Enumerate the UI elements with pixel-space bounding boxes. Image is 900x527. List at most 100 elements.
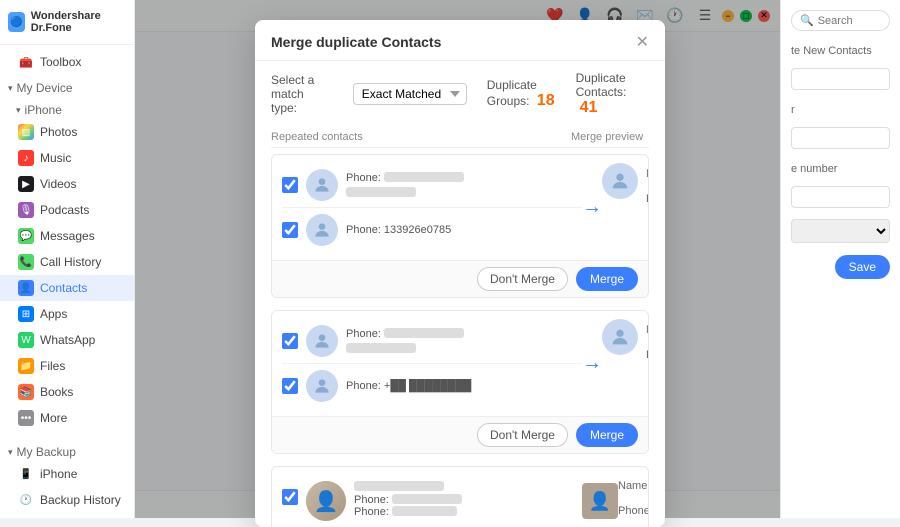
dialog-close-button[interactable]: ✕ <box>636 32 649 52</box>
merge-contacts-dialog: Merge duplicate Contacts ✕ Select a matc… <box>255 20 665 527</box>
sidebar-item-backup-iphone[interactable]: 📱 iPhone <box>0 461 134 487</box>
sidebar-item-books[interactable]: 📚 Books <box>0 379 134 405</box>
group1-arrow: → <box>582 163 602 252</box>
arrow-right-icon: → <box>582 196 602 219</box>
toolbox-section: 🧰 Toolbox ▾ My Device ▾ iPhone ▨ Photos … <box>0 45 134 435</box>
podcasts-icon: 🎙 <box>18 202 34 218</box>
new-contacts-label: te New Contacts <box>791 45 890 57</box>
group3-left: 👤 Phone: Phone: <box>282 475 582 527</box>
sidebar-item-whatsapp[interactable]: W WhatsApp <box>0 327 134 353</box>
backup-section: ▾ My Backup 📱 iPhone 🕐 Backup History 🖥 … <box>0 435 134 518</box>
sidebar-item-more[interactable]: ••• More <box>0 405 134 431</box>
preview-phone-field-1: Phone <box>646 189 649 209</box>
preview-name-field-1: Name ██████ ████ <box>646 163 649 185</box>
preview-fields-2: Name ██ ████████ ██ Phone <box>646 319 649 393</box>
sidebar-item-backup-history[interactable]: 🕐 Backup History <box>0 487 134 513</box>
group3-content: 👤 Phone: Phone: 👤 <box>272 467 648 527</box>
contact-avatar-1-1 <box>306 169 338 201</box>
sidebar-item-apps[interactable]: ⊞ Apps <box>0 301 134 327</box>
name-field[interactable] <box>791 68 890 90</box>
music-icon: ♪ <box>18 150 34 166</box>
search-input[interactable] <box>818 15 881 27</box>
preview-fields-3: Name ████████████ Phone <box>618 475 649 521</box>
phone-sub-label: e number <box>791 163 890 175</box>
contact-avatar-2-1 <box>306 325 338 357</box>
group1-actions: Don't Merge Merge <box>272 260 648 297</box>
merge-button-2[interactable]: Merge <box>576 423 638 447</box>
match-type-label: Select a match type: <box>271 73 333 115</box>
group2-preview: Name ██ ████████ ██ Phone <box>602 319 649 408</box>
sidebar-item-toolbox[interactable]: 🧰 Toolbox <box>0 49 134 75</box>
contact-info-1-2: Phone: 133926e0785 <box>346 224 582 236</box>
dont-merge-button-1[interactable]: Don't Merge <box>477 267 568 291</box>
preview-fields-1: Name ██████ ████ Phone <box>646 163 649 237</box>
name-sub-label: r <box>791 104 890 116</box>
contact-info-1-1: Phone: <box>346 172 582 199</box>
contact-group-1: Phone: Phone: <box>271 154 649 298</box>
sidebar-group-iphone[interactable]: ▾ iPhone <box>0 97 134 119</box>
app-header: 🔵 Wondershare Dr.Fone <box>0 0 134 45</box>
contact-checkbox-1-1[interactable] <box>282 177 298 193</box>
contact-info-2-1: Phone: <box>346 328 582 355</box>
preview-extra-field-2 <box>646 369 649 389</box>
sidebar-item-files[interactable]: 📁 Files <box>0 353 134 379</box>
group1-preview: Name ██████ ████ Phone <box>602 163 649 252</box>
files-icon: 📁 <box>18 358 34 374</box>
sidebar-item-videos[interactable]: ▶ Videos <box>0 171 134 197</box>
search-icon: 🔍 <box>800 14 814 27</box>
preview-avatar-1 <box>602 163 638 199</box>
contact-group-2: Phone: Phone: +██ ████████ <box>271 310 649 454</box>
toolbox-icon: 🧰 <box>18 54 34 70</box>
dialog-title: Merge duplicate Contacts <box>271 34 441 50</box>
search-box[interactable]: 🔍 <box>791 10 890 31</box>
contact-checkbox-2-2[interactable] <box>282 378 298 394</box>
messages-icon: 💬 <box>18 228 34 244</box>
preview-avatar-2 <box>602 319 638 355</box>
backup-history-icon: 🕐 <box>18 492 34 508</box>
sidebar-item-screen-mirror[interactable]: 🖥 Screen Mirror <box>0 513 134 518</box>
arrow-right-icon-2: → <box>582 352 602 375</box>
sidebar-item-messages[interactable]: 💬 Messages <box>0 223 134 249</box>
match-type-select[interactable]: Exact Matched Fuzzy Matched <box>353 83 467 105</box>
contact-checkbox-1-2[interactable] <box>282 222 298 238</box>
sidebar-item-photos[interactable]: ▨ Photos <box>0 119 134 145</box>
dup-groups-label: Duplicate Groups: 18 <box>487 78 556 110</box>
iphone-icon: 📱 <box>18 466 34 482</box>
contact-checkbox-2-1[interactable] <box>282 333 298 349</box>
merge-button-1[interactable]: Merge <box>576 267 638 291</box>
preview-phone-field-3: Phone <box>618 501 649 521</box>
preview-extra-field-1 <box>646 213 649 233</box>
group2-left: Phone: Phone: +██ ████████ <box>282 319 582 408</box>
whatsapp-icon: W <box>18 332 34 348</box>
right-panel: 🔍 te New Contacts r e number Save <box>780 0 900 518</box>
sidebar-item-contacts[interactable]: 👤 Contacts <box>0 275 134 301</box>
contact-checkbox-3-1[interactable] <box>282 489 298 505</box>
sidebar-item-podcasts[interactable]: 🎙 Podcasts <box>0 197 134 223</box>
photos-icon: ▨ <box>18 124 34 140</box>
phone-number-field[interactable] <box>791 127 890 149</box>
dup-contacts-count: 41 <box>580 99 598 116</box>
sidebar-group-my-backup[interactable]: ▾ My Backup <box>0 439 134 461</box>
sidebar-item-call-history[interactable]: 📞 Call History <box>0 249 134 275</box>
group3-arrow: 👤 <box>582 475 618 527</box>
extra-field[interactable] <box>791 186 890 208</box>
contact-avatar-2-2 <box>306 370 338 402</box>
group1-content: Phone: Phone: <box>272 155 648 260</box>
sidebar-item-music[interactable]: ♪ Music <box>0 145 134 171</box>
dup-contacts-label: Duplicate Contacts: 41 <box>576 71 649 117</box>
more-icon: ••• <box>18 410 34 426</box>
dialog-body: Repeated contacts Merge preview <box>255 127 665 527</box>
app-icon: 🔵 <box>8 12 25 32</box>
col-preview-label: Merge preview <box>571 131 649 143</box>
type-select[interactable] <box>791 219 890 243</box>
contact-avatar-photo-3-1: 👤 <box>306 481 346 521</box>
preview-phone-field-2: Phone <box>646 345 649 365</box>
call-icon: 📞 <box>18 254 34 270</box>
col-repeated-label: Repeated contacts <box>271 131 571 143</box>
apps-icon: ⊞ <box>18 306 34 322</box>
chevron-down-icon: ▾ <box>8 447 13 458</box>
dont-merge-button-2[interactable]: Don't Merge <box>477 423 568 447</box>
save-button[interactable]: Save <box>835 255 890 279</box>
sidebar-group-my-device[interactable]: ▾ My Device <box>0 75 134 97</box>
videos-icon: ▶ <box>18 176 34 192</box>
